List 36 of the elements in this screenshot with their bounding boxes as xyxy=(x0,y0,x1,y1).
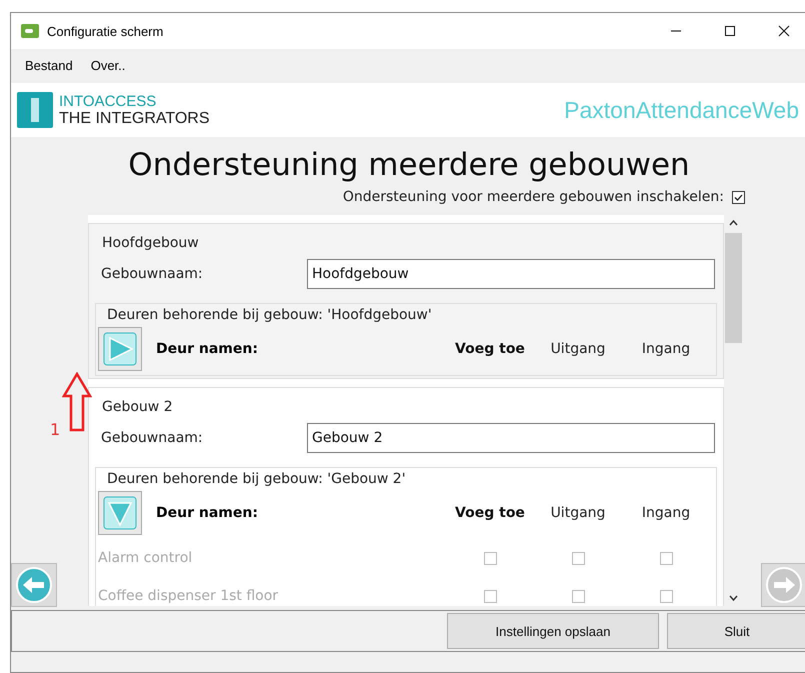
group-title: Hoofdgebouw xyxy=(101,235,200,251)
group-title: Deuren behorende bij gebouw: 'Hoofdgebouw' xyxy=(106,307,433,323)
logo-text: THE INTEGRATORS xyxy=(59,110,210,128)
page-title: Ondersteuning meerdere gebouwen xyxy=(128,147,690,183)
expand-button[interactable] xyxy=(98,491,142,535)
app-icon xyxy=(21,24,39,38)
door-name: Alarm control xyxy=(98,550,194,566)
back-button[interactable] xyxy=(11,563,57,607)
checkbox-label: Ondersteuning voor meerdere gebouwen inschakelen: xyxy=(342,189,724,205)
app-name: PaxtonAttendanceWeb xyxy=(564,96,799,124)
group-title: Deuren behorende bij gebouw: 'Gebouw 2' xyxy=(106,471,407,487)
logo-icon xyxy=(17,92,53,128)
column-header: Voeg toe xyxy=(454,505,526,521)
column-header: Deur namen: xyxy=(156,505,259,521)
building-name-field[interactable]: Gebouw 2 xyxy=(307,423,715,453)
checkbox[interactable] xyxy=(732,190,745,204)
column-header: Deur namen: xyxy=(156,341,259,357)
annotation-arrow xyxy=(62,372,92,432)
building-name-field[interactable]: Hoofdgebouw xyxy=(307,259,715,289)
field-label: Gebouwnaam: xyxy=(101,266,204,282)
close-button[interactable]: Sluit xyxy=(667,613,805,649)
group-title: Gebouw 2 xyxy=(101,399,174,415)
field-label: Gebouwnaam: xyxy=(101,430,204,446)
logo-text: INTOACCESS xyxy=(59,92,158,110)
door-name: Coffee dispenser 1st floor xyxy=(98,588,280,604)
annotation-label: 1 xyxy=(50,420,60,439)
column-header: Ingang xyxy=(640,341,692,357)
window-title: Configuratie scherm xyxy=(47,24,164,38)
menu-item[interactable]: Bestand xyxy=(19,54,79,76)
column-header: Uitgang xyxy=(550,341,606,357)
column-header: Ingang xyxy=(640,505,692,521)
column-header: Uitgang xyxy=(550,505,606,521)
save-button[interactable]: Instellingen opslaan xyxy=(447,613,659,649)
expand-button[interactable] xyxy=(98,327,142,371)
column-header: Voeg toe xyxy=(454,341,526,357)
menu-item[interactable]: Over.. xyxy=(84,54,132,76)
